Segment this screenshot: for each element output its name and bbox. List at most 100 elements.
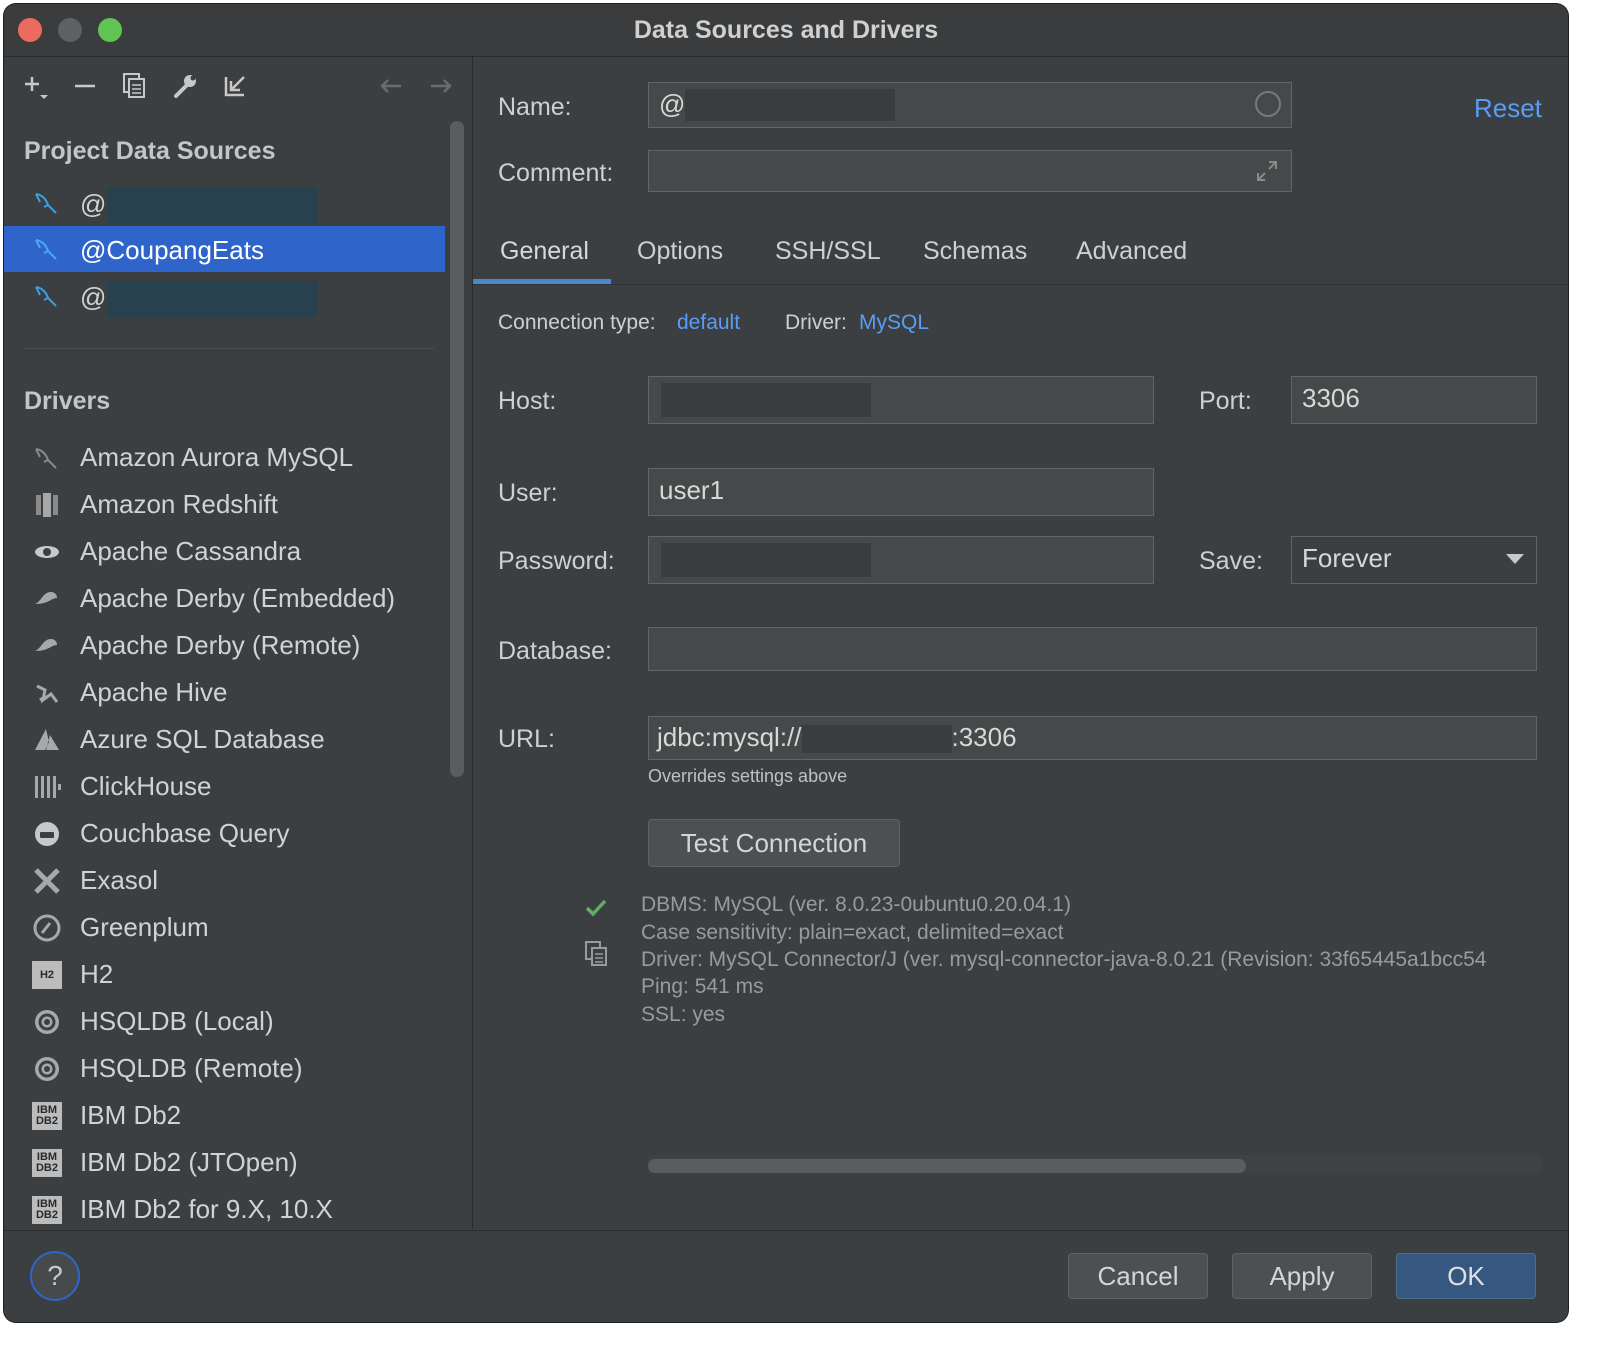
driver-item[interactable]: HSQLDB (Local) <box>4 998 445 1044</box>
help-button[interactable]: ? <box>30 1251 80 1301</box>
driver-item[interactable]: ClickHouse <box>4 763 445 809</box>
tab-schemas[interactable]: Schemas <box>923 237 1027 266</box>
sidebar-scrollbar[interactable] <box>450 121 464 777</box>
user-label: User: <box>498 479 558 507</box>
driver-link[interactable]: MySQL <box>859 311 929 335</box>
mysql-dolphin-icon <box>32 234 62 264</box>
host-field[interactable] <box>648 376 1154 424</box>
user-field[interactable]: user1 <box>648 468 1154 516</box>
derby-hat-icon <box>32 632 62 660</box>
url-hint: Overrides settings above <box>648 766 848 786</box>
horizontal-scrollbar[interactable] <box>648 1159 1246 1173</box>
color-circle-icon[interactable] <box>1255 91 1281 117</box>
copy-icon[interactable] <box>583 939 611 967</box>
password-field[interactable] <box>648 536 1154 584</box>
apply-button[interactable]: Apply <box>1232 1253 1372 1299</box>
port-value: 3306 <box>1302 383 1360 413</box>
remove-icon[interactable] <box>68 69 102 103</box>
ibm-db2-icon: IBM DB2 <box>32 1196 62 1224</box>
ok-button[interactable]: OK <box>1396 1253 1536 1299</box>
driver-item[interactable]: IBM DB2 IBM Db2 for 9.X, 10.X <box>4 1186 445 1229</box>
driver-label: Exasol <box>80 865 159 895</box>
driver-label: Apache Cassandra <box>80 536 302 566</box>
redacted-block <box>108 281 318 317</box>
tab-options[interactable]: Options <box>637 237 723 266</box>
title-bar: Data Sources and Drivers <box>4 4 1568 57</box>
mysql-dolphin-icon <box>32 188 62 218</box>
driver-item[interactable]: Couchbase Query <box>4 810 445 856</box>
driver-item[interactable]: Apache Hive <box>4 669 445 715</box>
url-label: URL: <box>498 725 555 753</box>
connection-type-label: Connection type: <box>498 311 656 334</box>
driver-label: Azure SQL Database <box>80 724 325 754</box>
tab-general[interactable]: General <box>500 237 589 266</box>
cancel-button[interactable]: Cancel <box>1068 1253 1208 1299</box>
name-field[interactable]: @ <box>648 82 1292 128</box>
forward-arrow-icon[interactable] <box>424 69 458 103</box>
driver-item[interactable]: Amazon Aurora MySQL <box>4 434 445 480</box>
data-source-item-selected[interactable]: @CoupangEats <box>4 226 445 272</box>
data-source-label: @CoupangEats <box>80 235 264 265</box>
hsqldb-icon <box>32 1055 62 1083</box>
data-source-label: @ <box>80 282 107 312</box>
driver-item[interactable]: Exasol <box>4 857 445 903</box>
driver-item[interactable]: IBM DB2 IBM Db2 <box>4 1092 445 1138</box>
main-panel: Name: @ Reset Comment: General Options S… <box>473 57 1568 1229</box>
test-connection-button[interactable]: Test Connection <box>648 819 900 867</box>
data-source-item[interactable]: @ <box>4 180 445 226</box>
redacted-block <box>108 187 318 223</box>
driver-item[interactable]: Apache Derby (Embedded) <box>4 575 445 621</box>
driver-item[interactable]: H2 H2 <box>4 951 445 997</box>
driver-item[interactable]: Apache Derby (Remote) <box>4 622 445 668</box>
result-line: Ping: 541 ms <box>641 975 764 998</box>
driver-label: Apache Hive <box>80 677 228 707</box>
connection-type-link[interactable]: default <box>677 311 740 335</box>
port-field[interactable]: 3306 <box>1291 376 1537 424</box>
driver-item[interactable]: Greenplum <box>4 904 445 950</box>
save-value: Forever <box>1302 543 1392 573</box>
driver-item[interactable]: Amazon Redshift <box>4 481 445 527</box>
data-source-item[interactable]: @ <box>4 273 445 319</box>
ibm-db2-icon: IBM DB2 <box>32 1149 62 1177</box>
hsqldb-icon <box>32 1008 62 1036</box>
database-field[interactable] <box>648 627 1537 671</box>
driver-item[interactable]: IBM DB2 IBM Db2 (JTOpen) <box>4 1139 445 1185</box>
save-dropdown[interactable]: Forever <box>1291 536 1537 584</box>
comment-field[interactable] <box>648 150 1292 192</box>
driver-item[interactable]: Azure SQL Database <box>4 716 445 762</box>
tab-ssh-ssl[interactable]: SSH/SSL <box>775 237 881 266</box>
redacted-block <box>661 383 871 417</box>
greenplum-icon <box>32 914 62 942</box>
driver-item[interactable]: HSQLDB (Remote) <box>4 1045 445 1091</box>
window-title: Data Sources and Drivers <box>633 16 939 44</box>
tab-advanced[interactable]: Advanced <box>1076 237 1187 266</box>
check-icon <box>583 895 609 921</box>
clickhouse-icon <box>32 773 62 801</box>
import-icon[interactable] <box>218 69 252 103</box>
driver-item[interactable]: Apache Cassandra <box>4 528 445 574</box>
driver-label: IBM Db2 (JTOpen) <box>80 1147 298 1177</box>
project-data-sources-heading: Project Data Sources <box>24 137 276 165</box>
url-field[interactable]: jdbc:mysql://:3306 <box>648 716 1537 760</box>
back-arrow-icon[interactable] <box>374 69 408 103</box>
url-suffix: :3306 <box>951 722 1017 752</box>
add-icon[interactable] <box>18 69 52 103</box>
user-value: user1 <box>659 475 725 505</box>
dialog-footer: ? Cancel Apply OK <box>4 1230 1568 1322</box>
password-label: Password: <box>498 547 615 575</box>
data-source-label: @ <box>80 189 107 219</box>
driver-label: Apache Derby (Remote) <box>80 630 361 660</box>
ibm-db2-icon: IBM DB2 <box>32 1102 62 1130</box>
driver-label: ClickHouse <box>80 771 212 801</box>
name-label: Name: <box>498 93 572 121</box>
hive-icon <box>32 679 62 707</box>
host-label: Host: <box>498 387 557 415</box>
result-line: Driver: MySQL Connector/J (ver. mysql-co… <box>641 948 1487 971</box>
duplicate-icon[interactable] <box>118 69 152 103</box>
reset-link[interactable]: Reset <box>1474 93 1542 124</box>
driver-label: Amazon Aurora MySQL <box>80 442 354 472</box>
driver-label: Amazon Redshift <box>80 489 278 519</box>
expand-icon[interactable] <box>1255 159 1279 183</box>
driver-label: Couchbase Query <box>80 818 290 848</box>
wrench-icon[interactable] <box>168 69 202 103</box>
